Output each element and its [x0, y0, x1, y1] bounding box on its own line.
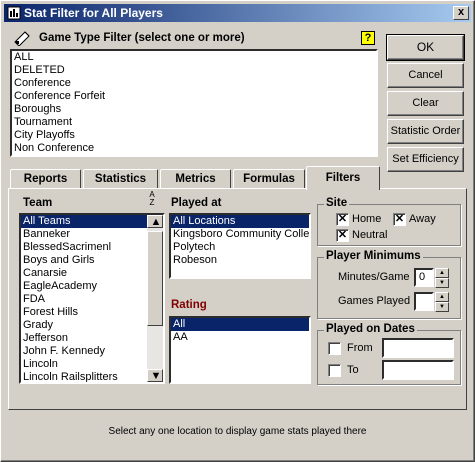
game-type-label: Game Type Filter (select one or more): [39, 32, 245, 44]
from-checkbox[interactable]: [328, 342, 341, 355]
minutes-input[interactable]: 0: [414, 268, 434, 287]
cancel-button[interactable]: Cancel: [387, 63, 464, 88]
list-item[interactable]: Boroughs: [12, 103, 376, 116]
tab-reports[interactable]: Reports: [10, 169, 81, 189]
played-on-dates-label: Played on Dates: [324, 323, 417, 335]
game-type-list[interactable]: ALL DELETED Conference Conference Forfei…: [10, 49, 378, 157]
close-button[interactable]: x: [453, 6, 469, 20]
home-checkbox[interactable]: ✕: [336, 213, 349, 226]
list-item[interactable]: City Playoffs: [12, 129, 376, 142]
rating-label: Rating: [171, 299, 207, 311]
list-item[interactable]: All Teams: [21, 215, 147, 228]
neutral-checkbox[interactable]: ✕: [336, 229, 349, 242]
list-item[interactable]: Non Conference: [12, 142, 376, 155]
played-on-dates-group: Played on Dates From To: [317, 323, 461, 385]
games-played-input[interactable]: [414, 292, 434, 311]
neutral-label: Neutral: [352, 229, 388, 241]
games-played-label: Games Played: [338, 295, 411, 307]
scroll-up-icon[interactable]: ▲: [147, 215, 163, 228]
team-scrollbar[interactable]: ▲ ▼: [147, 215, 163, 382]
played-at-label: Played at: [171, 197, 222, 209]
list-item[interactable]: Conference: [12, 77, 376, 90]
clear-button[interactable]: Clear: [387, 91, 464, 116]
away-checkbox[interactable]: ✕: [393, 213, 406, 226]
tab-metrics[interactable]: Metrics: [160, 169, 231, 189]
status-text: Select any one location to display game …: [108, 426, 367, 437]
list-item[interactable]: Kingsboro Community College: [171, 228, 309, 241]
to-checkbox[interactable]: [328, 364, 341, 377]
minutes-up-icon[interactable]: ▲: [435, 268, 449, 278]
help-icon[interactable]: ?: [361, 31, 375, 45]
app-icon: [7, 6, 21, 20]
list-item[interactable]: Forest Hills: [21, 306, 163, 319]
statistic-order-button[interactable]: Statistic Order: [387, 119, 464, 144]
from-label: From: [347, 342, 373, 354]
list-item[interactable]: Lincoln Railsplitters: [21, 371, 163, 382]
list-item[interactable]: All Locations: [171, 215, 309, 228]
games-down-icon[interactable]: ▼: [435, 302, 449, 312]
list-item[interactable]: Grady: [21, 319, 163, 332]
window-title: Stat Filter for All Players: [24, 6, 163, 20]
list-item[interactable]: Tournament: [12, 116, 376, 129]
list-item[interactable]: John F. Kennedy: [21, 345, 163, 358]
filter-pencil-icon: [14, 31, 30, 46]
site-label: Site: [324, 197, 350, 209]
stat-filter-window: Stat Filter for All Players x Game Type …: [0, 0, 475, 462]
played-at-list[interactable]: All Locations Kingsboro Community Colleg…: [169, 213, 311, 279]
site-group: Site ✕ Home ✕ Away ✕ Neutral: [317, 197, 461, 246]
list-item[interactable]: Boys and Girls: [21, 254, 163, 267]
list-item[interactable]: Lincoln: [21, 358, 163, 371]
set-efficiency-button[interactable]: Set Efficiency: [387, 147, 464, 172]
list-item[interactable]: Banneker: [21, 228, 163, 241]
list-item[interactable]: Conference Forfeit: [12, 90, 376, 103]
player-minimums-label: Player Minimums: [324, 250, 423, 262]
games-up-icon[interactable]: ▲: [435, 292, 449, 302]
minutes-label: Minutes/Game: [338, 271, 410, 283]
team-list[interactable]: All Teams Banneker BlessedSacrimenl Boys…: [19, 213, 165, 384]
list-item[interactable]: BlessedSacrimenl: [21, 241, 163, 254]
tab-filters[interactable]: Filters: [306, 166, 380, 190]
sort-az-icon[interactable]: A Z: [145, 191, 159, 211]
away-label: Away: [409, 213, 436, 225]
minutes-down-icon[interactable]: ▼: [435, 278, 449, 288]
list-item[interactable]: Robeson: [171, 254, 309, 267]
list-item[interactable]: DELETED: [12, 64, 376, 77]
list-item[interactable]: AA: [171, 331, 309, 344]
title-bar[interactable]: Stat Filter for All Players x: [4, 4, 471, 22]
tab-formulas[interactable]: Formulas: [233, 169, 305, 189]
tab-statistics[interactable]: Statistics: [83, 169, 158, 189]
list-item[interactable]: Canarsie: [21, 267, 163, 280]
list-item[interactable]: FDA: [21, 293, 163, 306]
list-item[interactable]: EagleAcademy: [21, 280, 163, 293]
sort-az-text: A Z: [149, 190, 155, 207]
filters-panel: Team A Z All Teams Banneker BlessedSacri…: [8, 188, 467, 410]
scroll-down-icon[interactable]: ▼: [147, 369, 163, 382]
ok-button[interactable]: OK: [386, 34, 465, 61]
home-label: Home: [352, 213, 382, 225]
list-item[interactable]: ALL: [12, 51, 376, 64]
list-item[interactable]: Polytech: [171, 241, 309, 254]
rating-list[interactable]: All AA: [169, 316, 311, 384]
player-minimums-group: Player Minimums Minutes/Game 0 ▲ ▼ Games…: [317, 250, 461, 319]
team-label: Team: [23, 197, 53, 209]
to-date-input[interactable]: [382, 360, 454, 380]
from-date-input[interactable]: [382, 338, 454, 358]
list-item[interactable]: Jefferson: [21, 332, 163, 345]
scroll-thumb[interactable]: [147, 231, 163, 326]
to-label: To: [347, 364, 359, 376]
list-item[interactable]: All: [171, 318, 309, 331]
